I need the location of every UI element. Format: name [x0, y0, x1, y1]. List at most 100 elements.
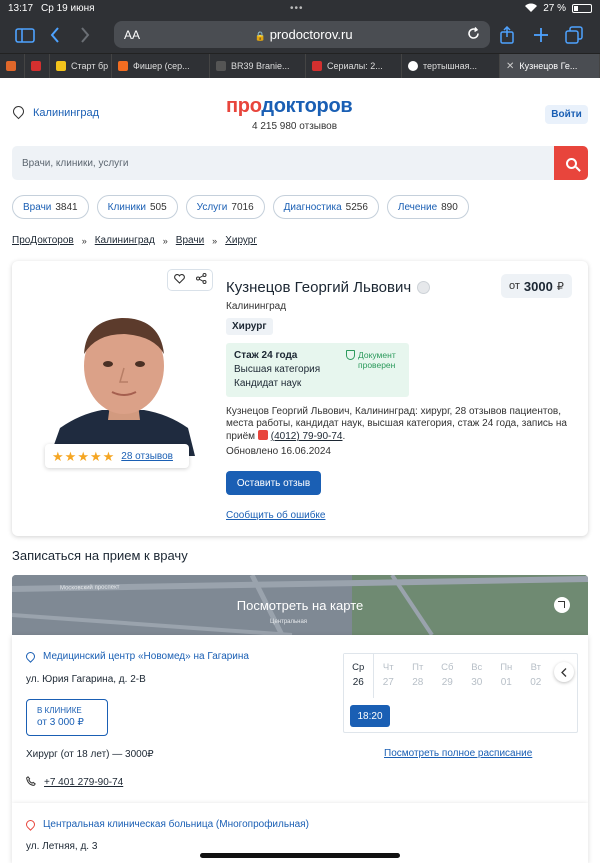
breadcrumb: ПроДокторов » Калининград » Врачи » Хиру… — [12, 235, 257, 246]
status-time: 13:17 — [8, 3, 34, 14]
clinic-address: ул. Юрия Гагарина, д. 2-В — [26, 674, 146, 685]
schedule-day[interactable]: Ср 26 — [344, 654, 374, 698]
search-icon — [565, 157, 577, 169]
doctor-name: Кузнецов Георгий Львович — [226, 279, 431, 296]
expand-map-icon[interactable] — [554, 597, 570, 613]
appointment-title: Записаться на прием к врачу — [12, 548, 188, 563]
login-button[interactable]: Войти — [545, 105, 588, 124]
tab-7-active[interactable]: ✕ Кузнецов Ге... — [500, 54, 600, 78]
doctor-phone[interactable]: (4012) 79-90-74 — [271, 431, 343, 442]
city-name: Калининград — [33, 107, 100, 119]
specialty-tag[interactable]: Хирург — [226, 318, 273, 335]
category-diagnostics[interactable]: Диагностика 5256 — [272, 195, 379, 219]
phone-icon — [257, 430, 268, 440]
category-services[interactable]: Услуги 7016 — [185, 195, 265, 219]
reader-aa-button[interactable]: AA — [124, 28, 140, 42]
sidebar-icon[interactable] — [15, 20, 35, 50]
location-pin-icon — [24, 650, 37, 663]
in-clinic-price-option[interactable]: В КЛИНИКЕ от 3 000 ₽ — [26, 699, 108, 736]
doctor-card: ★ ★ ★ ★ ★ 28 отзывов Кузнецов Георгий Львови… — [12, 261, 588, 536]
category-doctors[interactable]: Врачи 3841 — [12, 195, 89, 219]
schedule-day[interactable]: Сб 29 — [433, 654, 463, 698]
breadcrumb-link[interactable]: ПроДокторов — [12, 235, 74, 246]
schedule-day[interactable]: Вт 02 — [521, 654, 551, 698]
site-logo[interactable]: продокторов — [226, 95, 353, 118]
full-schedule-link[interactable]: Посмотреть полное расписание — [384, 748, 532, 759]
clinic-name[interactable]: Центральная клиническая больница (Многоп… — [24, 818, 309, 831]
share-icon[interactable] — [500, 20, 514, 50]
tab-0[interactable] — [0, 54, 25, 78]
shield-check-icon — [346, 350, 355, 360]
share-icon[interactable] — [195, 273, 207, 287]
clinic-address: ул. Летняя, д. 3 — [26, 841, 98, 852]
address-bar[interactable]: AA 🔒 prodoctorov.ru — [114, 21, 490, 48]
tab-label: Фишер (сер... — [133, 61, 190, 71]
favorite-share-group — [167, 269, 213, 291]
star-icon: ★ — [102, 448, 115, 464]
tab-6[interactable]: тертышная... — [402, 54, 500, 78]
map-street-label: Московский проспект — [59, 584, 120, 592]
leave-review-button[interactable]: Оставить отзыв — [226, 471, 321, 495]
google-favicon — [408, 61, 418, 71]
service-price-line: Хирург (от 18 лет) — 3000₽ — [26, 749, 154, 760]
lock-icon: 🔒 — [254, 31, 266, 41]
schedule-day[interactable]: Вс 30 — [462, 654, 492, 698]
rating-widget: ★ ★ ★ ★ ★ 28 отзывов — [45, 444, 189, 468]
tab-favicon — [118, 61, 128, 71]
close-tab-icon[interactable]: ✕ — [506, 61, 514, 72]
tab-3[interactable]: Фишер (сер... — [112, 54, 210, 78]
breadcrumb-link[interactable]: Врачи — [176, 235, 204, 246]
doctor-degree: Кандидат наук — [234, 378, 302, 389]
schedule-day[interactable]: Чт 27 — [374, 654, 404, 698]
search-button[interactable] — [554, 146, 588, 180]
tab-label: тертышная... — [423, 61, 477, 71]
tab-favicon — [6, 61, 16, 71]
map-preview[interactable]: Московский проспект Центральная Посмотре… — [12, 575, 588, 635]
back-icon[interactable] — [50, 20, 60, 50]
documents-verified: Документ проверен — [346, 350, 396, 370]
phone-icon — [26, 776, 36, 789]
tab-5[interactable]: Сериалы: 2... — [306, 54, 402, 78]
heart-icon[interactable] — [173, 273, 185, 287]
star-icon: ★ — [52, 448, 64, 464]
category-pills: Врачи 3841 Клиники 505 Услуги 7016 Диагност… — [12, 195, 469, 219]
tab-favicon — [216, 61, 226, 71]
clinic-name[interactable]: Медицинский центр «Новомед» на Гагарина — [24, 650, 249, 663]
home-indicator[interactable] — [200, 853, 400, 858]
tab-label: Кузнецов Ге... — [519, 61, 578, 71]
battery-percent: 27 % — [543, 3, 566, 14]
category-clinics[interactable]: Клиники 505 — [96, 195, 178, 219]
breadcrumb-link[interactable]: Калининград — [95, 235, 155, 246]
view-on-map-label: Посмотреть на карте — [236, 598, 364, 613]
wifi-icon — [525, 3, 538, 15]
star-icon: ★ — [77, 448, 89, 464]
new-tab-icon[interactable] — [533, 20, 549, 50]
search-input[interactable] — [12, 146, 554, 180]
chevron-left-icon[interactable] — [554, 662, 574, 682]
doctor-city: Калининград — [226, 301, 287, 312]
reload-icon[interactable] — [467, 26, 480, 43]
battery-icon — [572, 4, 592, 13]
report-error-link[interactable]: Сообщить об ошибке — [226, 510, 325, 521]
url-text: prodoctorov.ru — [269, 27, 353, 42]
reviews-link[interactable]: 28 отзывов — [121, 451, 173, 462]
tab-4[interactable]: BR39 Branie... — [210, 54, 306, 78]
location-pin-icon — [24, 818, 37, 831]
tabs-overview-icon[interactable] — [565, 20, 583, 50]
browser-toolbar: AA 🔒 prodoctorov.ru — [0, 17, 600, 53]
schedule-day[interactable]: Пт 28 — [403, 654, 433, 698]
doctor-price: от 3000 ₽ — [501, 274, 572, 298]
time-slot[interactable]: 18:20 — [350, 705, 390, 727]
category-treatment[interactable]: Лечение 890 — [386, 195, 469, 219]
breadcrumb-separator: » — [162, 235, 168, 246]
tab-2[interactable]: Старт бр — [50, 54, 112, 78]
breadcrumb-link[interactable]: Хирург — [225, 235, 257, 246]
clinic-phone[interactable]: +7 401 279-90-74 — [44, 777, 123, 788]
tab-1[interactable] — [25, 54, 50, 78]
multitask-dots-icon[interactable]: ••• — [290, 3, 304, 14]
forward-icon[interactable] — [80, 20, 90, 50]
schedule-day[interactable]: Пн 01 — [492, 654, 522, 698]
tab-label: Сериалы: 2... — [327, 61, 383, 71]
city-selector[interactable]: Калининград — [12, 106, 99, 120]
breadcrumb-separator: » — [212, 235, 218, 246]
